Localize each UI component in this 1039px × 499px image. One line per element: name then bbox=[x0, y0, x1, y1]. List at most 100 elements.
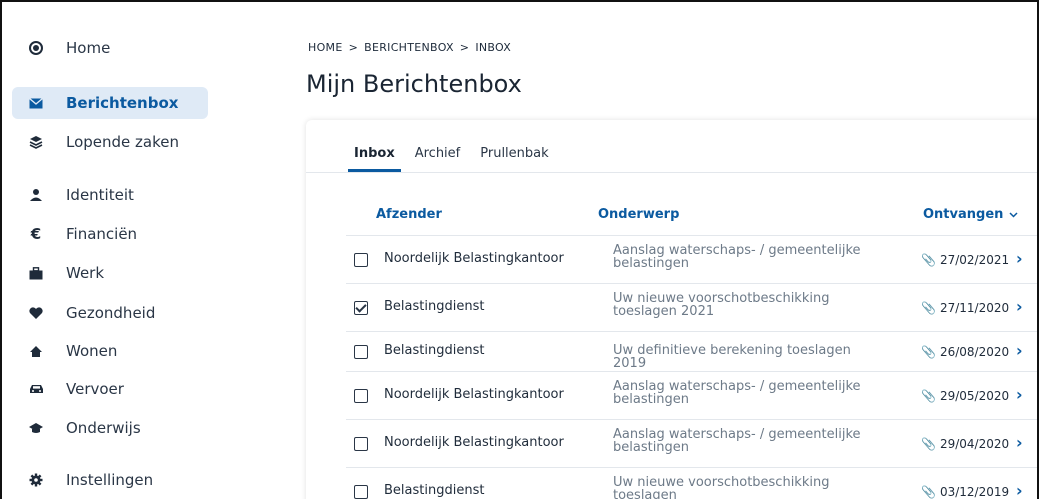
sidebar-item-label: Identiteit bbox=[66, 186, 134, 204]
sidebar-item-wonen[interactable]: Wonen bbox=[12, 335, 208, 367]
row-date-value: 26/08/2020 bbox=[939, 345, 1010, 359]
table-row[interactable]: Noordelijk Belastingkantoor Aanslag wate… bbox=[346, 235, 1037, 283]
page-title: Mijn Berichtenbox bbox=[306, 70, 522, 98]
chevron-right-icon[interactable]: › bbox=[1016, 433, 1023, 452]
row-date-value: 27/02/2021 bbox=[939, 253, 1010, 267]
graduation-cap-icon bbox=[26, 422, 46, 434]
row-sender: Belastingdienst bbox=[384, 483, 485, 498]
briefcase-icon bbox=[26, 266, 46, 280]
heart-icon bbox=[26, 306, 46, 320]
row-date-value: 29/04/2020 bbox=[939, 437, 1010, 451]
column-header-date[interactable]: Ontvangen bbox=[923, 207, 1018, 222]
paperclip-icon: 📎 bbox=[921, 345, 936, 359]
tab-inbox[interactable]: Inbox bbox=[348, 146, 401, 172]
main-content: HOME > BERICHTENBOX > INBOX Mijn Bericht… bbox=[306, 2, 1037, 499]
sidebar-item-berichtenbox[interactable]: Berichtenbox bbox=[12, 87, 208, 119]
row-subject: Aanslag waterschaps- / gemeentelijke bel… bbox=[613, 243, 861, 271]
row-sender: Belastingdienst bbox=[384, 343, 485, 358]
chevron-right-icon[interactable]: › bbox=[1016, 249, 1023, 268]
row-date: 📎 26/08/2020 bbox=[921, 345, 1009, 359]
table-row[interactable]: Noordelijk Belastingkantoor Aanslag wate… bbox=[346, 371, 1037, 419]
row-sender: Noordelijk Belastingkantoor bbox=[384, 435, 564, 450]
paperclip-icon: 📎 bbox=[921, 253, 936, 267]
breadcrumb-home[interactable]: HOME bbox=[308, 41, 343, 54]
paperclip-icon: 📎 bbox=[921, 437, 936, 451]
row-date: 📎 27/02/2021 bbox=[921, 253, 1009, 267]
column-header-subject[interactable]: Onderwerp bbox=[598, 207, 679, 222]
tab-prullenbak[interactable]: Prullenbak bbox=[474, 146, 554, 172]
sidebar-item-werk[interactable]: Werk bbox=[12, 257, 208, 289]
breadcrumb-separator: > bbox=[459, 41, 470, 54]
paperclip-icon: 📎 bbox=[921, 485, 936, 499]
chevron-right-icon[interactable]: › bbox=[1016, 297, 1023, 316]
column-header-date-label: Ontvangen bbox=[923, 207, 1004, 222]
messages-card: Inbox Archief Prullenbak Afzender Onderw… bbox=[306, 120, 1037, 499]
row-subject: Aanslag waterschaps- / gemeentelijke bel… bbox=[613, 427, 861, 455]
paperclip-icon: 📎 bbox=[921, 301, 936, 315]
sidebar-item-label: Home bbox=[66, 39, 111, 57]
row-checkbox[interactable] bbox=[354, 345, 368, 359]
sidebar-item-label: Financiën bbox=[66, 225, 138, 243]
row-date-value: 03/12/2019 bbox=[939, 485, 1010, 499]
tab-archief[interactable]: Archief bbox=[409, 146, 467, 172]
sidebar-item-vervoer[interactable]: Vervoer bbox=[12, 373, 208, 405]
sidebar-item-identiteit[interactable]: Identiteit bbox=[12, 179, 208, 211]
table-row[interactable]: Belastingdienst Uw nieuwe voorschotbesch… bbox=[346, 467, 1037, 499]
row-date-value: 27/11/2020 bbox=[939, 301, 1010, 315]
row-sender: Belastingdienst bbox=[384, 299, 485, 314]
person-icon bbox=[26, 188, 46, 202]
home-icon bbox=[26, 41, 46, 55]
sidebar-item-onderwijs[interactable]: Onderwijs bbox=[12, 412, 208, 444]
row-checkbox[interactable] bbox=[354, 301, 368, 315]
row-date: 📎 29/05/2020 bbox=[921, 389, 1009, 403]
car-icon bbox=[26, 383, 46, 395]
chevron-right-icon[interactable]: › bbox=[1016, 341, 1023, 360]
row-checkbox[interactable] bbox=[354, 437, 368, 451]
sidebar-item-financien[interactable]: € Financiën bbox=[12, 218, 208, 250]
sidebar-item-instellingen[interactable]: Instellingen bbox=[12, 464, 208, 496]
row-checkbox[interactable] bbox=[354, 389, 368, 403]
row-date-value: 29/05/2020 bbox=[939, 389, 1010, 403]
row-subject: Aanslag waterschaps- / gemeentelijke bel… bbox=[613, 379, 861, 407]
row-sender: Noordelijk Belastingkantoor bbox=[384, 251, 564, 266]
sidebar-item-label: Wonen bbox=[66, 342, 118, 360]
sidebar-item-home[interactable]: Home bbox=[12, 32, 208, 64]
sidebar-item-lopende-zaken[interactable]: Lopende zaken bbox=[12, 126, 208, 158]
row-checkbox[interactable] bbox=[354, 253, 368, 267]
breadcrumb: HOME > BERICHTENBOX > INBOX bbox=[308, 41, 511, 54]
table-row[interactable]: Noordelijk Belastingkantoor Aanslag wate… bbox=[346, 419, 1037, 467]
sidebar-item-label: Werk bbox=[66, 264, 105, 282]
paperclip-icon: 📎 bbox=[921, 389, 936, 403]
envelope-icon bbox=[26, 97, 46, 109]
row-date: 📎 29/04/2020 bbox=[921, 437, 1009, 451]
tabs-divider bbox=[306, 172, 1037, 173]
row-sender: Noordelijk Belastingkantoor bbox=[384, 387, 564, 402]
row-checkbox[interactable] bbox=[354, 485, 368, 499]
breadcrumb-inbox: INBOX bbox=[475, 41, 512, 54]
table-row[interactable]: Belastingdienst Uw definitieve berekenin… bbox=[346, 331, 1037, 371]
sidebar-item-label: Gezondheid bbox=[66, 304, 156, 322]
table-row[interactable]: Belastingdienst Uw nieuwe voorschotbesch… bbox=[346, 283, 1037, 331]
breadcrumb-berichtenbox[interactable]: BERICHTENBOX bbox=[364, 41, 454, 54]
sidebar-item-label: Onderwijs bbox=[66, 419, 141, 437]
chevron-right-icon[interactable]: › bbox=[1016, 385, 1023, 404]
sidebar-item-gezondheid[interactable]: Gezondheid bbox=[12, 297, 208, 329]
chevron-down-icon bbox=[1009, 211, 1018, 218]
sidebar-item-label: Vervoer bbox=[66, 380, 124, 398]
gear-icon bbox=[26, 473, 46, 487]
chevron-right-icon[interactable]: › bbox=[1016, 481, 1023, 499]
euro-icon: € bbox=[30, 225, 42, 243]
sidebar-item-label: Lopende zaken bbox=[66, 133, 179, 151]
house-icon bbox=[26, 345, 46, 358]
breadcrumb-separator: > bbox=[348, 41, 359, 54]
row-date: 📎 27/11/2020 bbox=[921, 301, 1009, 315]
row-date: 📎 03/12/2019 bbox=[921, 485, 1009, 499]
column-header-sender[interactable]: Afzender bbox=[376, 207, 442, 222]
tab-bar: Inbox Archief Prullenbak bbox=[348, 146, 563, 172]
row-subject: Uw definitieve berekening toeslagen 2019 bbox=[613, 343, 851, 371]
layers-icon bbox=[26, 135, 46, 149]
sidebar-item-label: Instellingen bbox=[66, 471, 154, 489]
app-window: Home Berichtenbox Lopende zaken Identite… bbox=[0, 0, 1039, 499]
row-subject: Uw nieuwe voorschotbeschikking toeslagen bbox=[613, 475, 830, 499]
row-subject: Uw nieuwe voorschotbeschikking toeslagen… bbox=[613, 291, 830, 319]
